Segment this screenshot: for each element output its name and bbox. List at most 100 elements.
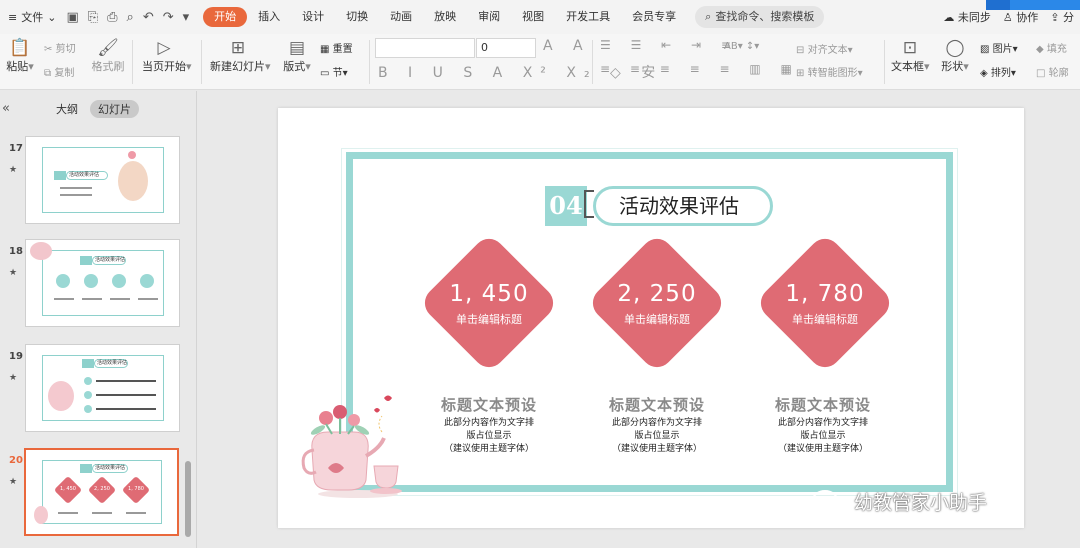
new-slide-button[interactable]: ⊞ 新建幻灯片▾: [210, 38, 271, 74]
metric-label[interactable]: 单击编辑标题: [414, 312, 564, 328]
star-icon: ★: [9, 373, 18, 383]
picture-button[interactable]: ▨ 图片▾: [980, 40, 1018, 55]
thumb-title: 活动效果评估: [66, 171, 108, 180]
shape-button[interactable]: ◯ 形状▾: [940, 38, 970, 74]
text-column[interactable]: 标题文本预设 此部分内容作为文字排 版占位显示 （建议使用主题字体）: [748, 395, 898, 456]
slide-thumbnail-20[interactable]: 活动效果评估 1, 450 2, 250 1, 780: [24, 448, 179, 536]
paste-button[interactable]: 📋 粘贴▾: [6, 38, 34, 74]
tab-member[interactable]: 会员专享: [621, 7, 687, 27]
copy-label: 复制: [54, 68, 75, 79]
tab-outline[interactable]: 大纲: [56, 101, 78, 117]
customize-icon[interactable]: ▾: [183, 10, 190, 25]
command-search[interactable]: ⌕ 查找命令、搜索模板: [695, 6, 825, 28]
thumb-badge: [80, 464, 92, 473]
print-icon[interactable]: ⎙: [107, 10, 117, 25]
tab-insert[interactable]: 插入: [247, 7, 291, 27]
shape-icon: ◯: [945, 38, 965, 58]
slide-title[interactable]: 活动效果评估: [593, 186, 773, 226]
thumb-line: [138, 298, 158, 300]
tab-review[interactable]: 审阅: [467, 7, 511, 27]
text-column[interactable]: 标题文本预设 此部分内容作为文字排 版占位显示 （建议使用主题字体）: [414, 395, 564, 456]
convert-smartart-button[interactable]: ⊞ 转智能图形▾: [796, 64, 863, 79]
cut-button[interactable]: ✂ 剪切: [44, 40, 76, 55]
tab-home[interactable]: 开始: [203, 7, 248, 27]
tab-transitions[interactable]: 切换: [335, 7, 379, 27]
watermark-text: 幼教管家小助手: [854, 492, 988, 514]
share-button[interactable]: ⇪ 分: [1050, 9, 1074, 25]
section-icon: ▭: [320, 68, 330, 79]
tab-design[interactable]: 设计: [291, 7, 335, 27]
arrange-label: 排列: [990, 68, 1011, 79]
export-pdf-icon[interactable]: ⎘: [88, 10, 98, 25]
file-menu[interactable]: ≡ 文件 ⌄: [8, 9, 56, 25]
text-direction-button[interactable]: AB▾ ↕▾: [724, 41, 759, 52]
section-button[interactable]: ▭ 节▾: [320, 64, 348, 79]
tab-animations[interactable]: 动画: [379, 7, 423, 27]
list-buttons[interactable]: ☰ ☰ ⇤ ⇥ ≡: [600, 38, 739, 52]
metric-label[interactable]: 单击编辑标题: [750, 312, 900, 328]
thumb-illustration: [48, 381, 74, 411]
fill-button[interactable]: ◆ 填充: [1036, 40, 1067, 55]
print-preview-icon[interactable]: ⌕: [127, 10, 134, 25]
slide-canvas[interactable]: 04 活动效果评估 1, 450 单击编辑标题 2, 250 单击编辑标题 1,…: [278, 108, 1024, 528]
slide-thumbnail-18[interactable]: 活动效果评估: [25, 239, 180, 327]
column-body-line: 版占位显示: [634, 431, 680, 441]
command-search-placeholder: 查找命令、搜索模板: [715, 10, 815, 23]
align-buttons[interactable]: ≡ ≡ ≡ ≡ ≡ ▥ ▦: [600, 62, 800, 76]
tab-developer[interactable]: 开发工具: [555, 7, 621, 27]
shape-label: 形状: [941, 60, 964, 73]
metric-value[interactable]: 1, 450: [414, 280, 564, 308]
text-column[interactable]: 标题文本预设 此部分内容作为文字排 版占位显示 （建议使用主题字体）: [582, 395, 732, 456]
save-icon[interactable]: ▣: [66, 10, 78, 25]
column-body-line: （建议使用主题字体）: [443, 444, 534, 454]
account-badge[interactable]: [986, 0, 1080, 10]
heart-icon: [374, 408, 380, 413]
arrange-button[interactable]: ◈ 排列▾: [980, 64, 1016, 79]
fill-icon: ◆: [1036, 44, 1044, 55]
align-text-button[interactable]: ⊟ 对齐文本▾: [796, 41, 853, 56]
slide-thumbnail-17[interactable]: 活动效果评估: [25, 136, 180, 224]
font-size-select[interactable]: 0: [476, 38, 536, 58]
menu-icon: ≡: [8, 10, 18, 24]
outline-icon: □: [1036, 68, 1046, 79]
copy-button[interactable]: ⧉ 复制: [44, 64, 74, 79]
menu-bar: ≡ 文件 ⌄ ▣ ⎘ ⎙ ⌕ ↶ ↷ ▾ 开始 插入 设计 切换 动画 放映 审…: [0, 0, 1080, 34]
slide-thumbnail-19[interactable]: 活动效果评估: [25, 344, 180, 432]
convert-smartart-label: 转智能图形: [807, 68, 858, 79]
textbox-button[interactable]: ⊡ 文本框▾: [891, 38, 930, 74]
panel-scrollbar[interactable]: [185, 461, 191, 537]
column-title: 标题文本预设: [608, 396, 705, 414]
reset-button[interactable]: ▦ 重置: [320, 40, 353, 55]
column-body-line: （建议使用主题字体）: [611, 444, 702, 454]
thumb-title: 活动效果评估: [94, 359, 128, 368]
outline-button[interactable]: □ 轮廓: [1036, 64, 1069, 79]
tab-view[interactable]: 视图: [511, 7, 555, 27]
play-from-current-button[interactable]: ▷ 当页开始▾: [142, 38, 192, 74]
textbox-icon: ⊡: [902, 38, 918, 58]
format-painter-button[interactable]: 🖌 格式刷: [91, 38, 125, 74]
font-name-select[interactable]: [375, 38, 475, 58]
align-text-icon: ⊟: [796, 45, 805, 56]
collapse-panel-icon[interactable]: «: [2, 101, 10, 116]
collab-button[interactable]: ♙ 协作: [1003, 9, 1038, 25]
thumb-circle: [84, 274, 98, 288]
thumb-circle: [84, 405, 92, 413]
metric-value[interactable]: 1, 780: [750, 280, 900, 308]
metric-value[interactable]: 2, 250: [582, 280, 732, 308]
section-number-badge[interactable]: 04: [545, 186, 587, 226]
font-size-adjust[interactable]: A A: [543, 38, 591, 54]
metric-block: 1, 780 单击编辑标题: [750, 280, 900, 328]
metric-label[interactable]: 单击编辑标题: [582, 312, 732, 328]
teacup-icon: [373, 465, 399, 489]
tab-slides[interactable]: 幻灯片: [90, 100, 139, 118]
thumb-title: 活动效果评估: [92, 464, 128, 473]
metric-block: 1, 450 单击编辑标题: [414, 280, 564, 328]
sync-status[interactable]: ☁ 未同步: [943, 9, 991, 25]
play-icon: ▷: [157, 38, 171, 58]
layout-button[interactable]: ▤ 版式▾: [282, 38, 312, 74]
undo-icon[interactable]: ↶: [143, 10, 154, 25]
layout-icon: ▤: [288, 38, 306, 58]
tab-slideshow[interactable]: 放映: [423, 7, 467, 27]
redo-icon[interactable]: ↷: [163, 10, 174, 25]
ribbon-tabs: 开始 插入 设计 切换 动画 放映 审阅 视图 开发工具 会员专享: [203, 7, 687, 27]
